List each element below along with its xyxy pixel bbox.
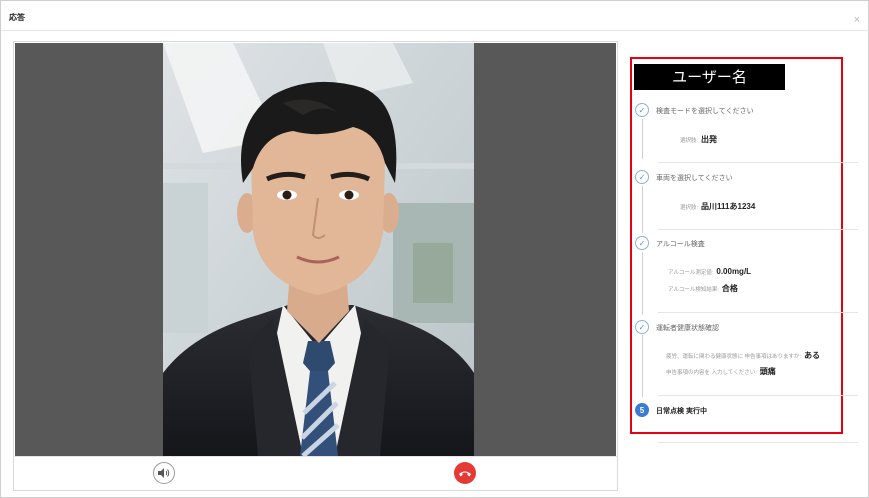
step-divider <box>658 395 858 396</box>
step-divider <box>658 162 858 163</box>
step-field-health-declare: 疲労、運転に関わる健康状態に 申告事項はありますか: ある <box>666 350 820 361</box>
hangup-phone-icon <box>459 471 471 477</box>
video-feed <box>15 43 616 456</box>
caller-video-image <box>163 43 474 456</box>
step-title-daily-inspection: 日常点検 実行中 <box>656 408 707 415</box>
step-field-vehicle: 選択肢: 品川111あ1234 <box>680 201 755 212</box>
field-value: 品川111あ1234 <box>701 202 756 211</box>
field-value: ある <box>804 351 821 360</box>
step-number-badge: 5 <box>635 403 649 417</box>
step-divider <box>658 229 858 230</box>
field-label: 選択肢: <box>680 138 699 144</box>
step-field-alcohol-result: アルコール検知結果: 合格 <box>668 283 738 294</box>
step-title-health: 運転者健康状態確認 <box>656 325 719 332</box>
video-call-panel <box>13 41 618 491</box>
check-icon: ✓ <box>635 103 649 117</box>
timeline-line <box>642 335 643 397</box>
title-divider <box>1 30 869 31</box>
username-label: ユーザー名 <box>634 64 785 90</box>
close-icon[interactable]: × <box>854 15 860 26</box>
step-divider <box>658 312 858 313</box>
inspection-progress-panel: ユーザー名 ✓ 検査モードを選択してください 選択肢: 出発 ✓ 車両を選択して… <box>630 57 858 443</box>
speaker-icon <box>158 468 170 478</box>
check-icon: ✓ <box>635 320 649 334</box>
field-label: アルコール測定値: <box>668 270 714 276</box>
timeline-line <box>642 186 643 233</box>
field-label: 選択肢: <box>680 205 699 211</box>
timeline-line <box>642 252 643 315</box>
step-field-alcohol-value: アルコール測定値: 0.00mg/L <box>668 267 751 276</box>
dialog-title: 応答 <box>9 13 25 22</box>
field-label: アルコール検知結果: <box>668 287 719 293</box>
field-value: 合格 <box>721 284 738 293</box>
step-title-alcohol: アルコール検査 <box>656 241 705 248</box>
check-icon: ✓ <box>635 170 649 184</box>
call-controls <box>14 456 617 490</box>
step-field-health-detail: 申告事項の内容を 入力してください: 頭痛 <box>666 366 776 377</box>
step-divider <box>658 442 858 443</box>
field-value: 出発 <box>701 135 718 144</box>
timeline-line <box>642 119 643 159</box>
hangup-button[interactable] <box>454 462 476 484</box>
field-value: 0.00mg/L <box>716 267 752 276</box>
response-dialog: 応答 × ユーザー名 ✓ 検査モードを選択してください 選択肢: 出発 ✓ 車両… <box>0 0 869 498</box>
step-field-mode: 選択肢: 出発 <box>680 134 717 145</box>
field-label: 申告事項の内容を 入力してください: <box>666 370 757 376</box>
speaker-button[interactable] <box>153 462 175 484</box>
check-icon: ✓ <box>635 236 649 250</box>
field-value: 頭痛 <box>759 367 776 376</box>
field-label: 疲労、運転に関わる健康状態に 申告事項はありますか: <box>666 354 802 360</box>
step-title-mode: 検査モードを選択してください <box>656 108 754 115</box>
step-title-vehicle: 車両を選択してください <box>656 175 733 182</box>
